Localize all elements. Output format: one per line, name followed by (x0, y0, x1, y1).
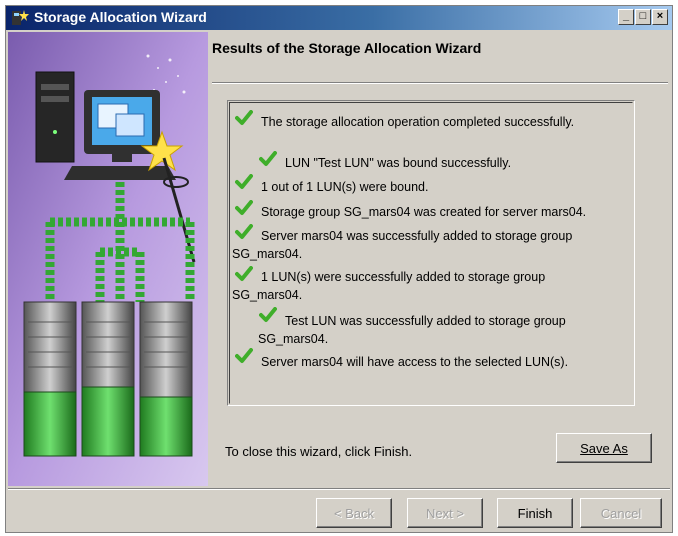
check-icon (235, 266, 253, 282)
maximize-button[interactable]: □ (635, 9, 651, 25)
check-icon (235, 110, 253, 126)
back-label: < Back (333, 505, 375, 521)
footer-separator (8, 488, 670, 490)
save-as-label: Save As (580, 440, 628, 456)
result-line: 1 LUN(s) were successfully added to stor… (261, 270, 546, 284)
header-separator (212, 82, 668, 84)
close-button[interactable]: × (652, 9, 668, 25)
next-button[interactable]: Next > (407, 498, 483, 528)
cancel-button[interactable]: Cancel (580, 498, 662, 528)
finish-button[interactable]: Finish (497, 498, 573, 528)
close-instruction: To close this wizard, click Finish. (225, 444, 413, 459)
window-title: Storage Allocation Wizard (34, 9, 207, 25)
page-title: Results of the Storage Allocation Wizard (212, 40, 482, 56)
result-line: Server mars04 will have access to the se… (261, 355, 569, 369)
result-line-continued: SG_mars04. (232, 247, 303, 261)
check-icon (259, 151, 277, 167)
check-icon (235, 224, 253, 240)
check-icon (235, 348, 253, 364)
cancel-label: Cancel (600, 505, 642, 521)
next-label: Next > (426, 505, 464, 521)
wizard-illustration (8, 32, 208, 486)
save-as-button[interactable]: Save As (556, 433, 652, 463)
result-line: Storage group SG_mars04 was created for … (261, 205, 587, 219)
wizard-window: Storage Allocation Wizard _ □ × Results … (5, 5, 673, 533)
title-bar[interactable]: Storage Allocation Wizard _ □ × (6, 6, 672, 30)
result-line-continued: SG_mars04. (258, 332, 329, 346)
result-line: Server mars04 was successfully added to … (261, 229, 573, 243)
result-line: LUN "Test LUN" was bound successfully. (285, 156, 512, 170)
wizard-app-icon (12, 10, 29, 25)
back-button[interactable]: < Back (316, 498, 392, 528)
result-line: 1 out of 1 LUN(s) were bound. (261, 180, 429, 194)
result-line-continued: SG_mars04. (232, 288, 303, 302)
result-line: Test LUN was successfully added to stora… (285, 314, 566, 328)
check-icon (235, 174, 253, 190)
minimize-button[interactable]: _ (618, 9, 634, 25)
check-icon (235, 200, 253, 216)
check-icon (259, 307, 277, 323)
finish-label: Finish (517, 505, 553, 521)
result-line: The storage allocation operation complet… (261, 115, 575, 129)
